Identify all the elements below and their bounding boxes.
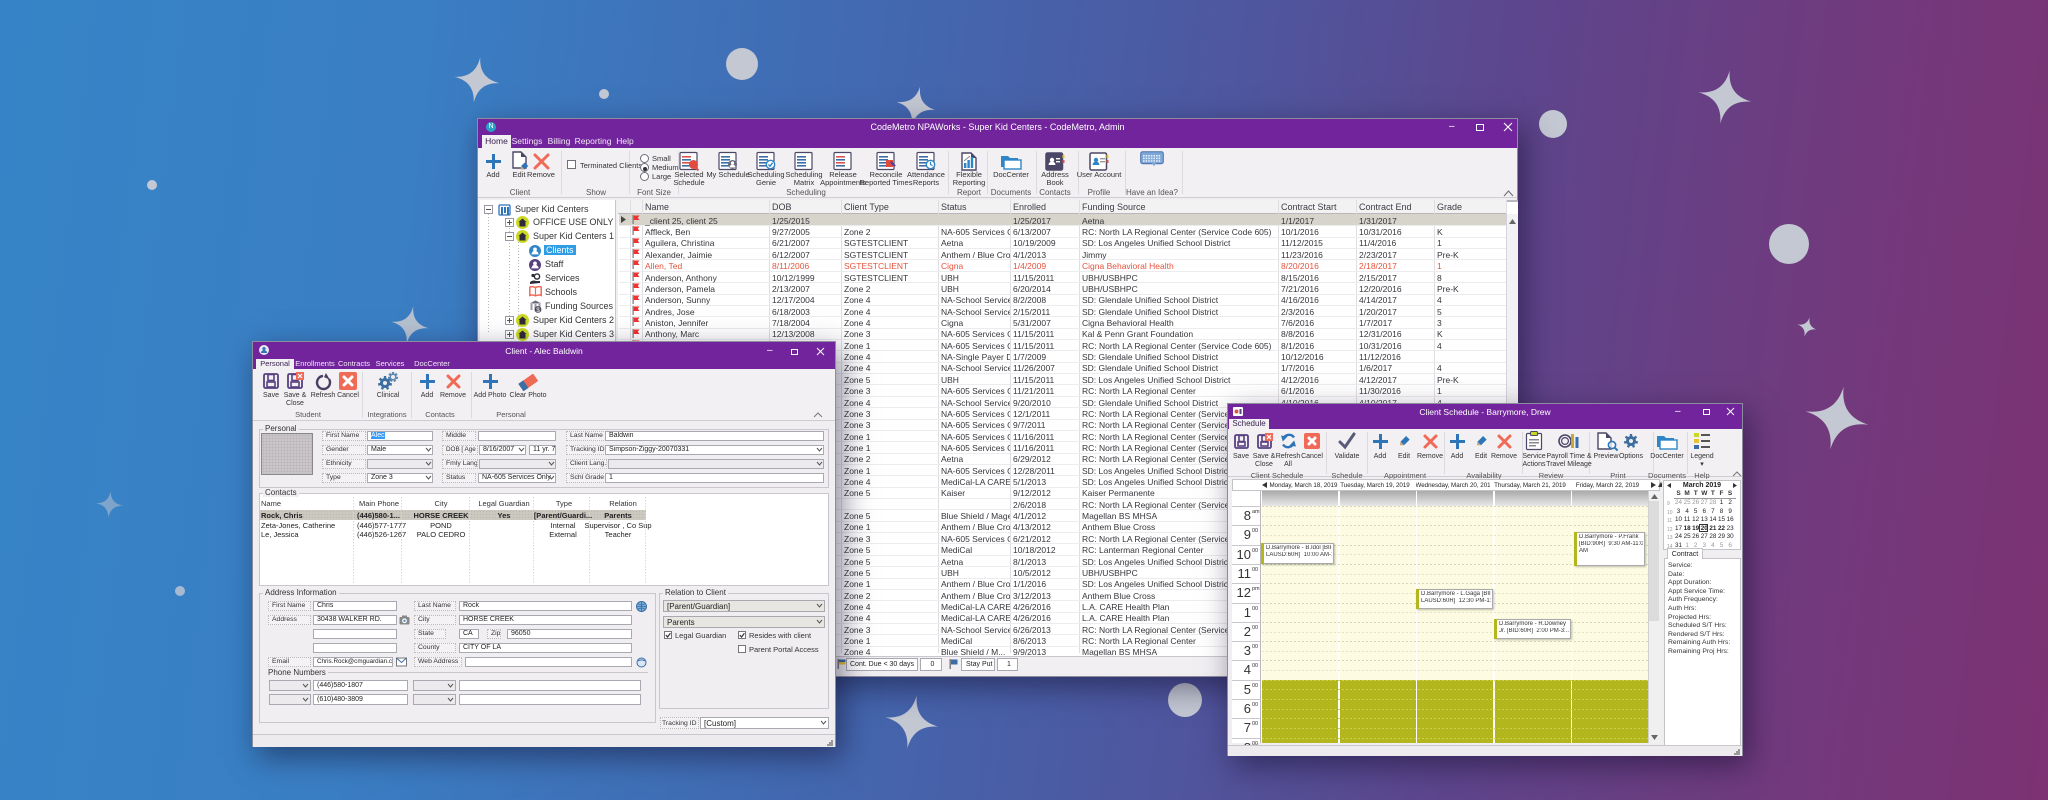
svg-text:$: $ (536, 307, 540, 314)
